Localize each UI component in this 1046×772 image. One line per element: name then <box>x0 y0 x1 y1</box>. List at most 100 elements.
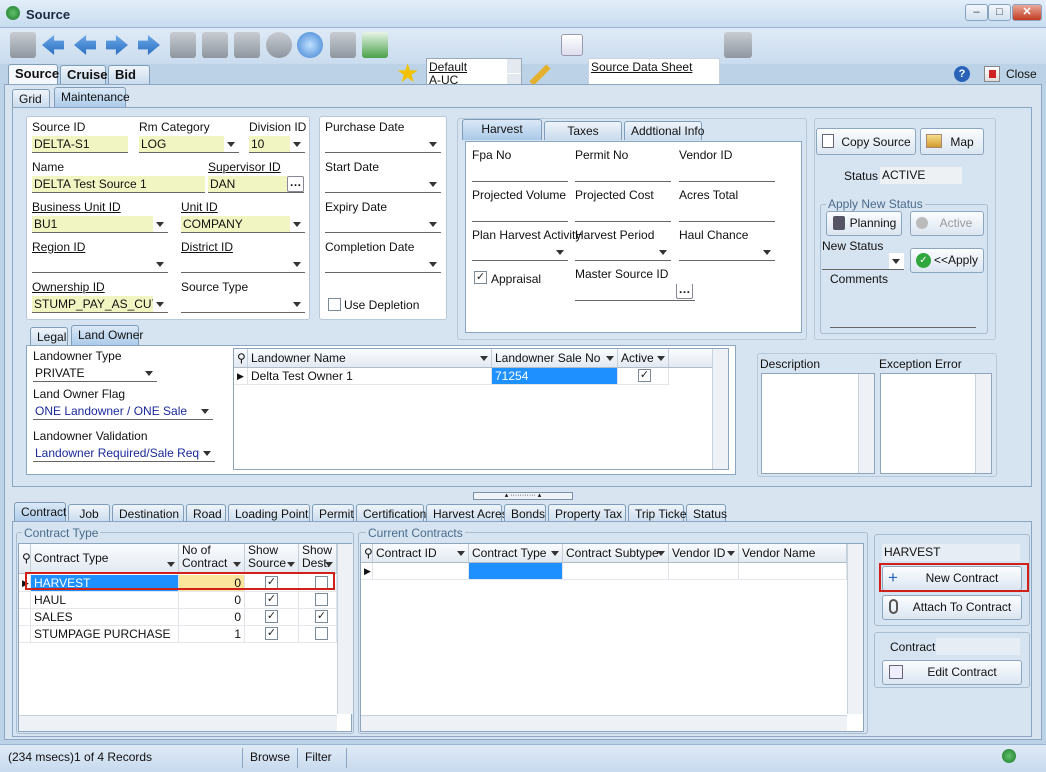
show-dest-cell[interactable] <box>299 592 337 608</box>
minimize-button[interactable]: – <box>965 4 988 21</box>
maximize-button[interactable]: □ <box>988 4 1011 21</box>
new-status-select[interactable] <box>822 253 904 270</box>
district-id-label[interactable]: District ID <box>181 240 233 254</box>
vendor-id-field[interactable] <box>679 165 775 182</box>
chevron-down-icon[interactable] <box>290 216 305 232</box>
splitter-handle[interactable]: ▴ ··········· ▴ <box>473 492 573 500</box>
col-contract-type-cc[interactable]: Contract Type <box>469 544 563 562</box>
chevron-down-icon[interactable] <box>142 365 157 381</box>
active-checkbox[interactable]: ✓ <box>638 369 651 382</box>
harvest-period-select[interactable] <box>575 244 671 261</box>
prev-record-button[interactable] <box>72 32 98 58</box>
col-active[interactable]: Active <box>618 349 669 367</box>
table-row[interactable]: ▶ <box>361 563 847 580</box>
rm-category-select[interactable]: LOG <box>139 136 239 153</box>
favorite-star-icon[interactable]: ★ <box>396 60 419 86</box>
show-dest-cell[interactable] <box>299 626 337 642</box>
name-field[interactable]: DELTA Test Source 1 <box>32 176 205 193</box>
tab-additional-info[interactable]: Addtional Info <box>624 121 704 140</box>
show-dest-checkbox[interactable] <box>315 627 328 640</box>
save-check-icon[interactable] <box>234 32 260 58</box>
description-field[interactable] <box>761 373 875 474</box>
tab-contract[interactable]: Contract <box>14 502 66 523</box>
master-source-id-field[interactable]: … <box>575 284 695 301</box>
col-no-of-contract[interactable]: No of Contract <box>179 544 245 573</box>
close-button[interactable]: Close <box>1006 67 1037 81</box>
current-contracts-vscroll[interactable] <box>847 544 863 714</box>
chevron-down-icon[interactable] <box>290 296 305 312</box>
business-unit-select[interactable]: BU1 <box>32 216 168 233</box>
chevron-down-icon[interactable] <box>290 136 305 152</box>
excel-icon[interactable] <box>362 32 388 58</box>
chevron-down-icon[interactable] <box>426 256 441 272</box>
landowner-name-cell[interactable]: Delta Test Owner 1 <box>248 368 492 384</box>
district-id-select[interactable] <box>181 256 305 273</box>
vendor-id-cell[interactable] <box>669 563 739 579</box>
show-source-cell[interactable]: ✓ <box>245 592 299 608</box>
tab-maintenance[interactable]: Maintenance <box>54 87 130 108</box>
show-dest-checkbox[interactable]: ✓ <box>315 610 328 623</box>
next-record-button[interactable] <box>104 32 130 58</box>
delete-record-icon[interactable] <box>202 32 228 58</box>
tab-legal[interactable]: Legal <box>30 327 68 346</box>
division-id-select[interactable]: 10 <box>249 136 305 153</box>
tab-taxes[interactable]: Taxes <box>544 121 622 140</box>
col-landowner-sale-no[interactable]: Landowner Sale No <box>492 349 618 367</box>
haul-chance-select[interactable] <box>679 244 775 261</box>
col-landowner-name[interactable]: Landowner Name <box>248 349 492 367</box>
landowner-validation-select[interactable]: Landowner Required/Sale Require <box>33 445 215 462</box>
show-source-checkbox[interactable]: ✓ <box>265 627 278 640</box>
ellipsis-button[interactable]: … <box>287 176 304 192</box>
chevron-down-icon[interactable] <box>426 176 441 192</box>
unit-id-select[interactable]: COMPANY <box>181 216 305 233</box>
ownership-id-select[interactable]: STUMP_PAY_AS_CUT <box>32 296 168 313</box>
contract-count-cell[interactable]: 0 <box>179 609 245 625</box>
contract-subtype-cell[interactable] <box>563 563 669 579</box>
filter-status[interactable]: Filter <box>305 750 332 764</box>
chart-icon[interactable] <box>561 34 583 56</box>
contract-type-hscroll[interactable] <box>19 715 337 731</box>
col-vendor-id[interactable]: Vendor ID <box>669 544 739 562</box>
col-show-source[interactable]: Show Source <box>245 544 299 573</box>
completion-date-field[interactable] <box>325 256 441 273</box>
show-dest-checkbox[interactable] <box>315 593 328 606</box>
show-source-cell[interactable]: ✓ <box>245 626 299 642</box>
show-dest-cell[interactable]: ✓ <box>299 609 337 625</box>
fpa-no-field[interactable] <box>472 165 568 182</box>
ellipsis-button[interactable]: … <box>676 284 693 299</box>
contract-id-cell[interactable] <box>373 563 469 579</box>
find-record-icon[interactable] <box>330 32 356 58</box>
source-type-select[interactable] <box>181 296 305 313</box>
last-record-button[interactable] <box>136 32 162 58</box>
business-unit-id-label[interactable]: Business Unit ID <box>32 200 121 214</box>
projected-cost-field[interactable] <box>575 205 671 222</box>
land-owner-flag-select[interactable]: ONE Landowner / ONE Sale <box>33 403 213 420</box>
landowner-type-select[interactable]: PRIVATE <box>33 365 157 382</box>
purchase-date-field[interactable] <box>325 136 441 153</box>
chevron-down-icon[interactable] <box>426 216 441 232</box>
col-show-dest[interactable]: Show Dest. <box>299 544 337 573</box>
contract-type-cell[interactable] <box>469 563 563 579</box>
appraisal-checkbox[interactable]: ✓ <box>474 271 487 284</box>
landowner-grid-scrollbar[interactable] <box>712 349 728 469</box>
comments-field[interactable] <box>830 311 976 328</box>
chevron-down-icon[interactable] <box>200 445 215 461</box>
col-contract-id[interactable]: Contract ID <box>373 544 469 562</box>
chevron-down-icon[interactable] <box>153 296 168 312</box>
plan-harvest-activity-select[interactable] <box>472 244 568 261</box>
contract-type-cell[interactable]: HAUL <box>31 592 179 608</box>
chevron-down-icon[interactable] <box>198 403 213 419</box>
expiry-date-field[interactable] <box>325 216 441 233</box>
supervisor-id-field[interactable]: DAN… <box>208 176 304 193</box>
chevron-down-icon[interactable] <box>889 253 904 269</box>
chevron-down-icon[interactable] <box>760 244 775 260</box>
window-close-button[interactable]: ✕ <box>1012 4 1042 21</box>
tab-land-owner[interactable]: Land Owner <box>71 325 143 346</box>
print-icon[interactable] <box>10 32 36 58</box>
unit-id-label[interactable]: Unit ID <box>181 200 218 214</box>
layout-item[interactable]: Default <box>429 60 467 74</box>
first-record-button[interactable] <box>40 32 66 58</box>
contract-count-cell[interactable]: 1 <box>179 626 245 642</box>
col-vendor-name[interactable]: Vendor Name <box>739 544 847 562</box>
vendor-name-cell[interactable] <box>739 563 847 579</box>
